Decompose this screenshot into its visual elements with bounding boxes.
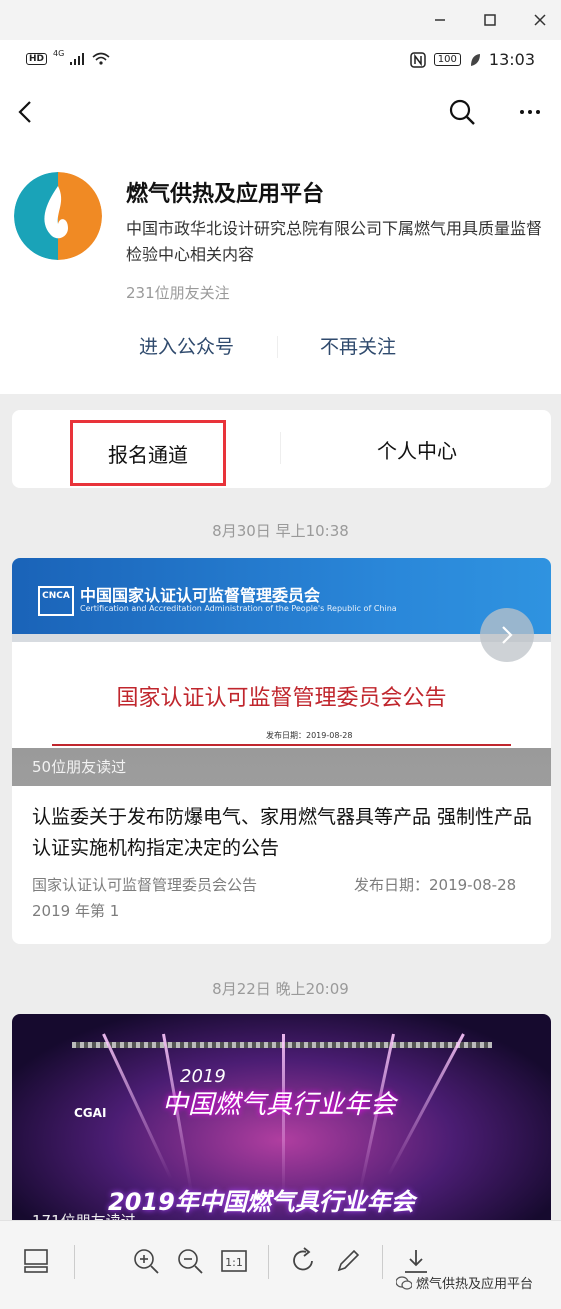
menu-item-registration[interactable]: 报名通道 (70, 420, 226, 486)
nav-bar (0, 80, 561, 144)
cover-org-english: Certification and Accreditation Administ… (80, 604, 397, 613)
signal-icon (70, 52, 85, 65)
message-date: 8月22日 晚上20:09 (212, 980, 349, 998)
wifi-icon (92, 52, 110, 65)
download-icon[interactable] (402, 1247, 430, 1275)
cgai-logo: CGAI (74, 1106, 107, 1120)
zoom-in-icon[interactable] (132, 1247, 160, 1275)
svg-text:1:1: 1:1 (225, 1256, 243, 1269)
hd-badge: HD (26, 52, 48, 65)
enter-account-button[interactable]: 进入公众号 (139, 332, 234, 359)
status-bar: HD 4G 100 13:03 (0, 40, 561, 80)
readers-count: 171位朋友读过 (32, 1210, 136, 1220)
follower-count: 231位朋友关注 (126, 284, 230, 302)
rotate-icon[interactable] (290, 1247, 318, 1275)
watermark-text: 燃气供热及应用平台 (416, 1277, 534, 1292)
cnca-logo: CNCA (38, 586, 74, 616)
stage-title: 中国燃气具行业年会 (162, 1090, 397, 1120)
article-cover[interactable]: CNCA 中国国家认证认可监督管理委员会 Certification and A… (12, 558, 551, 786)
readers-count: 50位朋友读过 (32, 758, 127, 776)
wechat-icon (396, 1275, 412, 1290)
message-date: 8月30日 早上10:38 (212, 522, 349, 540)
digest-right: 发布日期：2019-08-28 (354, 876, 517, 894)
minimize-icon[interactable] (428, 8, 452, 32)
nfc-icon (410, 51, 426, 68)
digest-line2: 2019 年第 1 (32, 902, 120, 920)
edit-icon[interactable] (334, 1247, 362, 1275)
divider (74, 1245, 75, 1279)
cover-org-name: 中国国家认证认可监督管理委员会 (80, 586, 321, 605)
cover-divider (12, 634, 551, 642)
source-watermark: 燃气供热及应用平台 (396, 1273, 533, 1292)
viewer-toolbar: 1:1 燃气供热及应用平台 (0, 1220, 561, 1309)
cover-publish-date: 发布日期：2019-08-28 (266, 731, 353, 740)
account-profile: 燃气供热及应用平台 中国市政华北设计研究总院有限公司下属燃气用具质量监督检验中心… (0, 144, 561, 394)
divider (280, 432, 281, 464)
next-arrow-icon[interactable] (480, 608, 534, 662)
cover-header-band: CNCA 中国国家认证认可监督管理委员会 Certification and A… (12, 558, 551, 634)
menu-item-personal-center[interactable]: 个人中心 (342, 410, 492, 488)
network-label: 4G (53, 49, 65, 58)
unfollow-button[interactable]: 不再关注 (320, 332, 396, 359)
digest-left: 国家认证认可监督管理委员会公告 (32, 876, 258, 894)
actual-size-icon[interactable]: 1:1 (220, 1247, 248, 1275)
leaf-icon (470, 53, 480, 66)
account-menu: 报名通道 个人中心 (12, 410, 551, 488)
maximize-icon[interactable] (478, 8, 502, 32)
cover-red-rule (52, 744, 511, 746)
divider (268, 1245, 269, 1279)
article-card[interactable]: CGAI 2019 中国燃气具行业年会 2019年中国燃气具行业年会 171位朋… (12, 1014, 551, 1220)
article-digest: 国家认证认可监督管理委员会公告 发布日期：2019-08-28 2019 年第 … (32, 872, 537, 924)
pages-icon[interactable] (22, 1247, 50, 1275)
window-titlebar (0, 0, 561, 40)
search-icon[interactable] (444, 94, 480, 130)
light-beam (387, 1033, 465, 1176)
divider (382, 1245, 383, 1279)
article-title[interactable]: 认监委关于发布防爆电气、家用燃气器具等产品 强制性产品认证实施机构指定决定的公告 (32, 802, 537, 864)
account-name: 燃气供热及应用平台 (126, 182, 325, 207)
close-icon[interactable] (528, 8, 552, 32)
readers-overlay: 50位朋友读过 (12, 748, 551, 786)
article-cover[interactable]: CGAI 2019 中国燃气具行业年会 2019年中国燃气具行业年会 171位朋… (12, 1014, 551, 1220)
zoom-out-icon[interactable] (176, 1247, 204, 1275)
divider (277, 336, 278, 358)
account-description: 中国市政华北设计研究总院有限公司下属燃气用具质量监督检验中心相关内容 (126, 219, 543, 264)
article-card[interactable]: CNCA 中国国家认证认可监督管理委员会 Certification and A… (12, 558, 551, 944)
clock: 13:03 (488, 50, 535, 69)
back-icon[interactable] (8, 94, 44, 130)
account-logo (14, 172, 102, 260)
more-icon[interactable] (512, 94, 548, 130)
stage-banner: 2019年中国燃气具行业年会 (108, 1188, 415, 1216)
cover-notice-title: 国家认证认可监督管理委员会公告 (116, 686, 447, 711)
battery-level: 100 (433, 53, 461, 66)
